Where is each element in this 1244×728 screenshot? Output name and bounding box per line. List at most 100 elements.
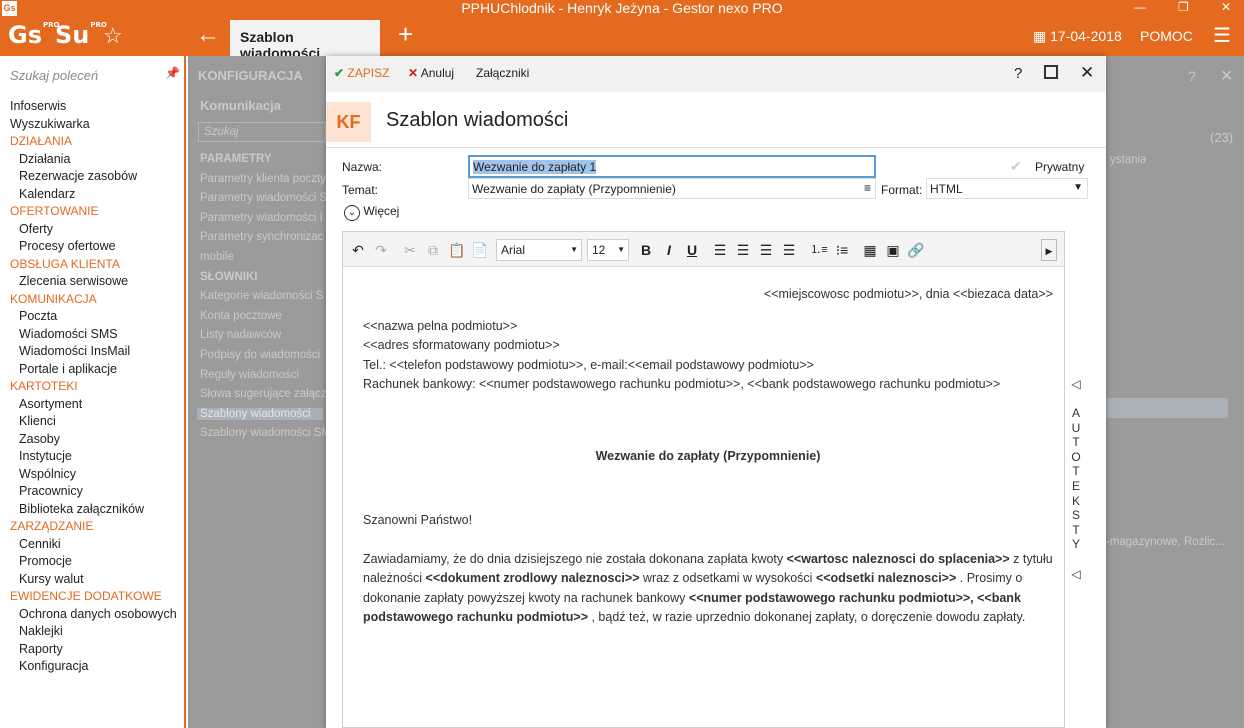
p3: wraz z odsetkami w wysokości [639,571,816,585]
autotext-collapse-icon[interactable]: ◁ [1069,377,1083,391]
format-select[interactable]: HTML ▼ [926,178,1088,199]
size-chevron-icon: ▼ [617,245,625,254]
sidebar-item[interactable]: Zlecenia serwisowe [0,273,184,291]
calendar-icon: ▦ [1033,28,1047,44]
font-size-select[interactable]: 12 ▼ [587,239,629,261]
sidebar-item[interactable]: Konfiguracja [0,658,184,676]
image-icon[interactable]: ▣ [882,239,904,261]
autoteksty-letter: T [1072,435,1080,450]
font-family-select[interactable]: Arial ▼ [496,239,582,261]
maximize-dialog-icon[interactable] [1044,65,1058,79]
document-body[interactable]: <<miejscowosc podmiotu>>, dnia <<biezaca… [363,267,1053,628]
chevron-down-circle-icon: ⌄ [344,205,360,221]
sidebar-section-header: KARTOTEKI [10,379,78,393]
save-button[interactable]: ✔ ZAPISZ [334,66,389,80]
sidebar-item[interactable]: Raporty [0,641,184,659]
hamburger-menu-icon[interactable]: ☰ [1213,26,1231,46]
sidebar-section-header: ZARZĄDZANIE [10,519,94,533]
sidebar-item[interactable]: Kalendarz [0,186,184,204]
bg-list-item: Podpisy do wiadomości [200,349,321,361]
bg-list-item: Parametry klienta poczty [200,172,326,185]
sidebar-item[interactable]: Poczta [0,308,184,326]
bg-list-item: Kategorie wiadomości S [200,290,324,303]
sidebar-item[interactable]: Rezerwacje zasobów [0,168,184,186]
bg-list-item: Parametry synchronizac [200,231,324,244]
private-label: Prywatny [1035,160,1085,174]
back-arrow-icon[interactable]: ← [196,21,220,49]
close-window-icon[interactable]: ✕ [1221,0,1231,14]
copy-icon[interactable]: ⧉ [422,239,444,261]
name-label: Nazwa: [342,160,383,174]
sidebar-item[interactable]: Działania [0,151,184,169]
sidebar-item[interactable]: Infoserwis [0,98,184,116]
italic-icon[interactable]: I [658,239,680,261]
sidebar-item[interactable]: Procesy ofertowe [0,238,184,256]
sidebar-item[interactable]: Zasoby [0,431,184,449]
maximize-icon[interactable]: ❐ [1178,0,1189,14]
star-icon[interactable]: ☆ [103,23,123,49]
undo-icon[interactable]: ↶ [347,239,369,261]
close-dialog-icon[interactable]: ✕ [1080,63,1094,83]
letter-paragraph: Zawiadamiamy, że do dnia dzisiejszego ni… [363,550,1053,628]
more-label: Więcej [363,204,400,218]
autoteksty-letter: A [1071,406,1080,420]
help-icon[interactable]: ? [1014,65,1022,82]
more-tools-icon[interactable]: ▶ [1041,239,1057,261]
date-display[interactable]: ▦ 17-04-2018 [1033,28,1122,45]
search-commands-input[interactable]: Szukaj poleceń [10,68,98,83]
sidebar-item[interactable]: Oferty [0,221,184,239]
autoteksty-letter: O [1071,449,1081,464]
sidebar-item[interactable]: Wiadomości SMS [0,326,184,344]
align-left-icon[interactable]: ☰ [709,239,731,261]
align-right-icon[interactable]: ☰ [755,239,777,261]
subject-input[interactable]: Wezwanie do zapłaty (Przypomnienie) ≡ [468,178,876,199]
sidebar-item[interactable]: Ochrona danych osobowych [0,606,184,624]
autotext-list-icon[interactable]: ≡ [864,181,871,195]
sidebar-item[interactable]: Cenniki [0,536,184,554]
sidebar-item[interactable]: Promocje [0,553,184,571]
gs-logo-text: Gs [8,21,42,49]
su-logo[interactable]: SuPRO [55,21,107,49]
sidebar-item[interactable]: Klienci [0,413,184,431]
sidebar-item[interactable]: Biblioteka załączników [0,501,184,519]
attachments-button[interactable]: Załączniki [476,66,529,80]
bold-icon[interactable]: B [635,239,657,261]
tab-szablon-wiadomosci[interactable]: Szablon wiadomości [230,20,380,61]
autoteksty-panel-toggle[interactable]: AUTOTEKSTY [1069,406,1083,552]
private-checkbox[interactable]: ✔ [1010,158,1022,175]
autotext-expand-icon[interactable]: ◁ [1069,567,1083,581]
gs-logo[interactable]: GsPRO [8,21,59,49]
sidebar-item[interactable]: Pracownicy [0,483,184,501]
link-icon[interactable]: 🔗 [905,239,927,261]
name-input[interactable]: Wezwanie do zapłaty 1 [468,155,876,178]
sidebar-item[interactable]: Naklejki [0,623,184,641]
justify-icon[interactable]: ☰ [778,239,800,261]
address-name: <<nazwa pelna podmiotu>> [363,318,518,333]
template-dialog: ✔ ZAPISZ ✕ Anuluj Załączniki ? ✕ KF Szab… [326,56,1106,728]
window-title: PPHUChlodnik - Henryk Jeżyna - Gestor ne… [461,0,783,16]
paste-text-icon[interactable]: 📄 [469,239,491,261]
more-toggle[interactable]: ⌄ Więcej [344,204,399,221]
align-center-icon[interactable]: ☰ [732,239,754,261]
bg-heading: KONFIGURACJA [198,68,303,83]
sidebar-item[interactable]: Portale i aplikacje [0,361,184,379]
add-tab-icon[interactable]: + [398,19,413,50]
sidebar-item[interactable]: Wiadomości InsMail [0,343,184,361]
paste-icon[interactable]: 📋 [446,239,468,261]
sidebar-item[interactable]: Instytucje [0,448,184,466]
sidebar-item[interactable]: Wspólnicy [0,466,184,484]
underline-icon[interactable]: U [681,239,703,261]
dialog-title: Szablon wiadomości [386,109,569,131]
sidebar-item[interactable]: Asortyment [0,396,184,414]
cut-icon[interactable]: ✂ [399,239,421,261]
bullet-list-icon[interactable]: ⁝≡ [831,239,853,261]
pin-icon[interactable]: 📌 [165,66,180,80]
cancel-button[interactable]: ✕ Anuluj [408,66,454,80]
sidebar-item[interactable]: Kursy walut [0,571,184,589]
table-icon[interactable]: ▦ [859,239,881,261]
help-button[interactable]: POMOC [1140,28,1193,44]
minimize-icon[interactable]: — [1134,0,1146,14]
redo-icon[interactable]: ↷ [370,239,392,261]
numbered-list-icon[interactable]: ⒈≡ [808,239,830,261]
sidebar-item[interactable]: Wyszukiwarka [0,116,184,134]
